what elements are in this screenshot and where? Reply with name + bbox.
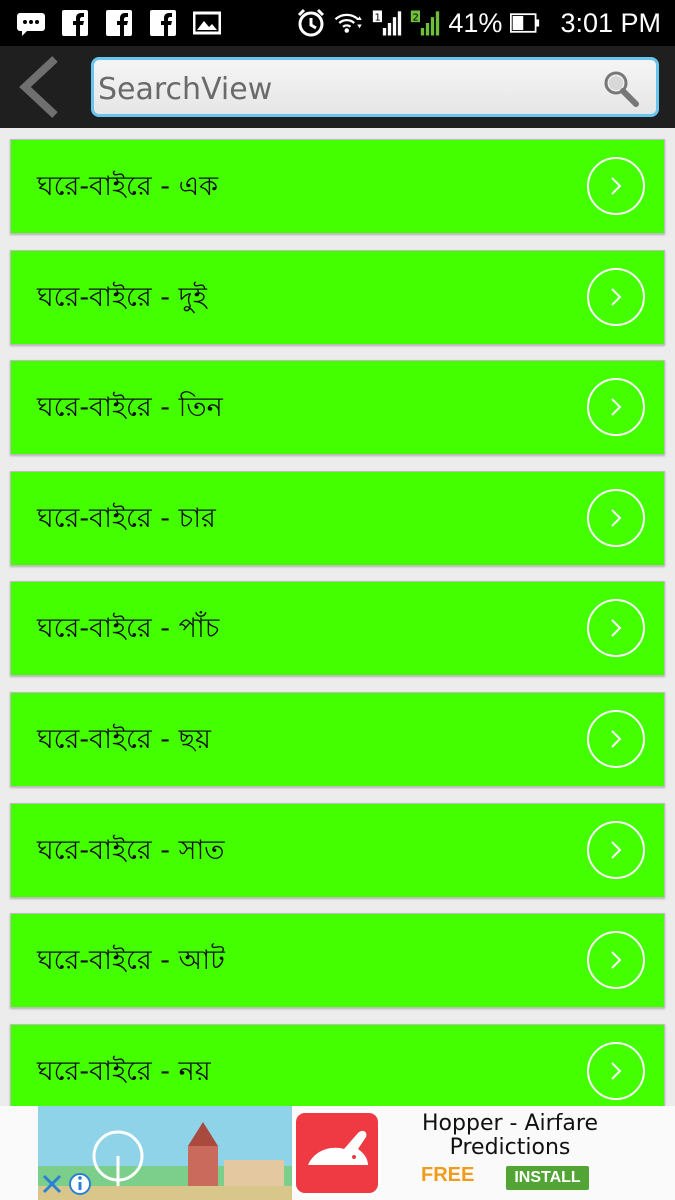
list-item[interactable]: ঘরে-বাইরে - তিন — [10, 360, 665, 455]
back-button[interactable] — [12, 54, 68, 120]
chapter-list: ঘরে-বাইরে - এক ঘরে-বাইরে - দুই ঘরে-বাইরে… — [0, 128, 675, 1106]
list-item[interactable]: ঘরে-বাইরে - সাত — [10, 803, 665, 898]
ad-price: FREE — [421, 1164, 475, 1186]
chevron-right-icon[interactable] — [586, 488, 646, 548]
action-bar — [0, 46, 675, 128]
app-logo — [293, 1110, 381, 1196]
ad-title: Hopper - Airfare Predictions — [422, 1111, 598, 1160]
chevron-right-icon[interactable] — [586, 930, 646, 990]
chevron-right-icon[interactable] — [586, 267, 646, 327]
list-item-label: ঘরে-বাইরে - সাত — [37, 835, 225, 866]
close-icon[interactable] — [40, 1172, 64, 1196]
list-item[interactable]: ঘরে-বাইরে - আট — [10, 913, 665, 1008]
list-item-label: ঘরে-বাইরে - নয় — [37, 1056, 211, 1087]
status-bar: 1 2 41% 3:01 PM — [0, 0, 675, 46]
alarm-icon — [296, 8, 326, 38]
chevron-right-icon[interactable] — [586, 377, 646, 437]
install-button[interactable]: INSTALL — [506, 1166, 589, 1190]
list-item[interactable]: ঘরে-বাইরে - এক — [10, 139, 665, 234]
rabbit-icon — [307, 1130, 368, 1165]
facebook-icon — [60, 8, 90, 38]
search-icon[interactable] — [600, 68, 642, 110]
list-item[interactable]: ঘরে-বাইরে - ছয় — [10, 692, 665, 787]
chevron-right-icon[interactable] — [586, 598, 646, 658]
signal-sim1-icon: 1 — [372, 8, 402, 38]
chevron-right-icon[interactable] — [586, 709, 646, 769]
facebook-icon — [148, 8, 178, 38]
list-item-label: ঘরে-বাইরে - তিন — [37, 392, 223, 423]
search-box[interactable] — [91, 57, 659, 117]
list-item-label: ঘরে-বাইরে - ছয় — [37, 724, 211, 755]
info-icon[interactable] — [68, 1172, 92, 1196]
list-item-label: ঘরে-বাইরে - পাঁচ — [37, 613, 220, 644]
list-item[interactable]: ঘরে-বাইরে - নয় — [10, 1024, 665, 1106]
list-item[interactable]: ঘরে-বাইরে - পাঁচ — [10, 581, 665, 676]
list-item[interactable]: ঘরে-বাইরে - চার — [10, 471, 665, 566]
svg-text:1: 1 — [375, 13, 381, 24]
clock: 3:01 PM — [560, 7, 661, 38]
battery-icon — [510, 8, 540, 38]
chevron-right-icon[interactable] — [586, 1041, 646, 1101]
facebook-icon — [104, 8, 134, 38]
battery-percent: 41% — [448, 7, 503, 38]
message-icon — [16, 8, 46, 38]
chevron-right-icon[interactable] — [586, 820, 646, 880]
signal-sim2-icon: 2 — [410, 8, 440, 38]
ad-banner[interactable]: Hopper - Airfare Predictions FREE INSTAL… — [0, 1106, 675, 1200]
list-item-label: ঘরে-বাইরে - আট — [37, 945, 225, 976]
search-input[interactable] — [96, 66, 580, 112]
list-item[interactable]: ঘরে-বাইরে - দুই — [10, 250, 665, 345]
list-item-label: ঘরে-বাইরে - এক — [37, 171, 219, 202]
wifi-icon — [334, 8, 364, 38]
image-icon — [192, 8, 222, 38]
list-item-label: ঘরে-বাইরে - চার — [37, 503, 216, 534]
back-arrow-icon — [19, 56, 58, 118]
svg-text:2: 2 — [413, 13, 419, 24]
chevron-right-icon[interactable] — [586, 156, 646, 216]
list-item-label: ঘরে-বাইরে - দুই — [37, 282, 207, 313]
